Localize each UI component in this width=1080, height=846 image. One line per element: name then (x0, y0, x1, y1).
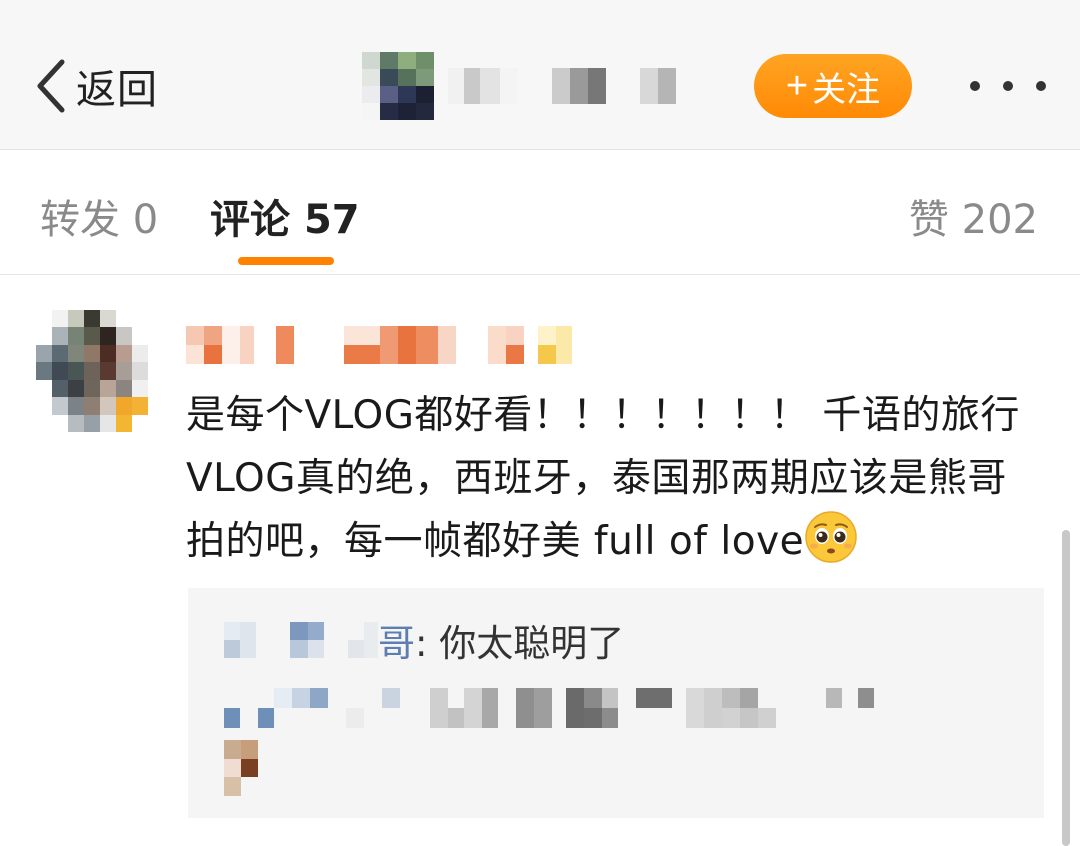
chevron-left-icon (37, 59, 65, 113)
reply-author-redacted[interactable] (224, 622, 378, 658)
commenter-avatar[interactable] (36, 310, 148, 432)
pleading-face-emoji-icon (805, 511, 857, 563)
comment-text: 是每个VLOG都好看！！！！！！！ 千语的旅行VLOG真的绝，西班牙，泰国那两期… (186, 393, 1020, 564)
more-dot-icon (1036, 81, 1046, 91)
tab-label: 转发 (40, 197, 120, 243)
author-name-redacted[interactable] (448, 68, 676, 104)
tab-count: 57 (303, 197, 360, 243)
back-label: 返回 (76, 67, 158, 113)
tab-label: 赞 (908, 197, 949, 243)
post-tabs: 转发 0 评论 57 赞 202 (0, 151, 1080, 275)
tab-forwards[interactable]: 转发 0 (40, 187, 158, 245)
follow-label: 关注 (812, 70, 881, 109)
scrollbar[interactable] (1062, 530, 1070, 846)
comment-body: 是每个VLOG都好看！！！！！！！ 千语的旅行VLOG真的绝，西班牙，泰国那两期… (186, 384, 1046, 573)
tab-count: 0 (132, 197, 159, 243)
tab-comments[interactable]: 评论 57 (210, 187, 360, 245)
reply-redacted-line (224, 688, 874, 728)
follow-button[interactable]: + 关注 (754, 54, 912, 118)
tab-label: 评论 (210, 197, 290, 243)
plus-icon: + (785, 64, 809, 107)
reply-preview[interactable]: 哥 : 你太聪明了 (188, 588, 1044, 818)
more-dot-icon (970, 81, 980, 91)
reply-text: : 你太聪明了 (415, 622, 625, 665)
reply-author-suffix[interactable]: 哥 (378, 613, 415, 667)
reply-redacted-emoji (224, 740, 258, 796)
top-nav-bar: 返回 + 关注 (0, 0, 1080, 150)
tab-count: 202 (961, 197, 1038, 243)
active-tab-indicator (238, 257, 334, 265)
commenter-name-redacted[interactable] (186, 326, 572, 364)
more-dot-icon (1003, 81, 1013, 91)
author-avatar[interactable] (362, 52, 434, 120)
reply-line: 哥 : 你太聪明了 (224, 620, 624, 665)
tab-likes[interactable]: 赞 202 (909, 187, 1038, 245)
more-options-button[interactable] (970, 70, 1046, 102)
back-button[interactable]: 返回 (34, 55, 158, 117)
